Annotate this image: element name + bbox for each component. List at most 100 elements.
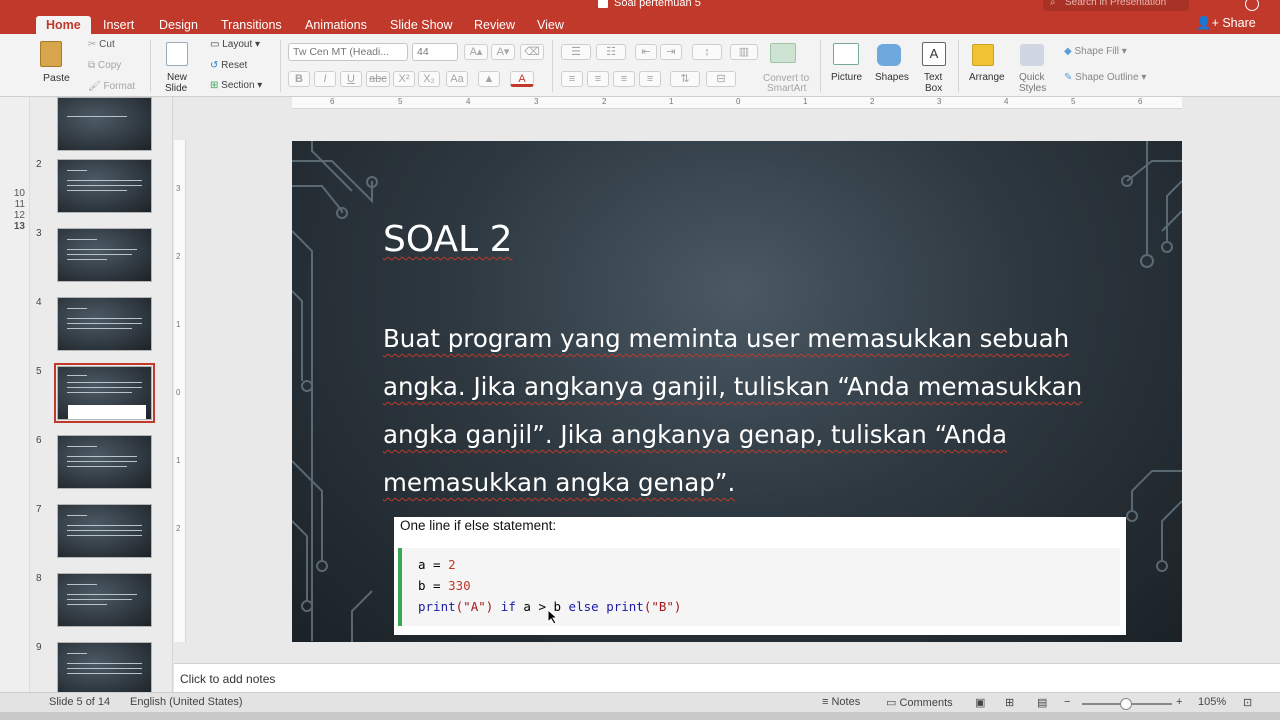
language-indicator[interactable]: English (United States) xyxy=(130,696,243,708)
columns-icon[interactable]: ▥ xyxy=(730,44,758,60)
picture-icon[interactable] xyxy=(833,43,859,65)
slide-thumbnail[interactable] xyxy=(57,504,152,558)
tab-design[interactable]: Design xyxy=(149,16,208,34)
quick-styles-label[interactable]: Quick xyxy=(1019,72,1045,83)
bold-button[interactable]: B xyxy=(288,71,310,87)
subscript-button[interactable]: X₂ xyxy=(418,71,440,87)
slide-thumbnail[interactable] xyxy=(57,642,152,692)
quick-styles-icon[interactable] xyxy=(1020,44,1044,66)
slide-thumbnail[interactable] xyxy=(57,435,152,489)
format-painter-button[interactable]: 🖌 Format xyxy=(88,81,135,92)
paste-button[interactable]: Paste xyxy=(43,72,70,84)
increase-indent-icon[interactable]: ⇥ xyxy=(660,44,682,60)
tab-home[interactable]: Home xyxy=(36,16,91,34)
justify-icon[interactable]: ≡ xyxy=(639,71,661,87)
highlight-button[interactable]: ▲ xyxy=(478,71,500,87)
code-token: print xyxy=(418,599,456,614)
horizontal-ruler[interactable]: 6 5 4 3 2 1 0 1 2 3 4 5 6 xyxy=(292,97,1182,109)
smartart-icon[interactable] xyxy=(770,43,796,63)
slide-thumbnail[interactable] xyxy=(57,97,152,151)
new-slide-label-2[interactable]: Slide xyxy=(165,83,187,94)
shrink-font-button[interactable]: A▾ xyxy=(491,44,515,60)
search-box[interactable]: ⌕ Search in Presentation xyxy=(1043,0,1189,11)
align-text-icon[interactable]: ⊟ xyxy=(706,71,736,87)
vertical-ruler[interactable]: 3 2 1 0 1 2 xyxy=(174,140,186,642)
slide-title[interactable]: SOAL 2 xyxy=(383,219,513,260)
arrange-icon[interactable] xyxy=(972,44,994,66)
picture-button[interactable]: Picture xyxy=(831,72,862,83)
strikethrough-button[interactable]: abc xyxy=(366,71,390,87)
quick-styles-label-2[interactable]: Styles xyxy=(1019,83,1046,94)
zoom-slider-thumb[interactable] xyxy=(1120,698,1132,710)
paste-icon[interactable] xyxy=(40,41,62,67)
reset-icon: ↺ xyxy=(210,60,222,71)
tab-view[interactable]: View xyxy=(527,16,574,34)
font-name-field[interactable]: Tw Cen MT (Headi... xyxy=(288,43,408,61)
code-token: else xyxy=(568,599,607,614)
normal-view-icon[interactable]: ▣ xyxy=(975,696,985,709)
tab-slide-show[interactable]: Slide Show xyxy=(380,16,463,34)
brush-icon: 🖌 xyxy=(88,81,104,92)
code-screenshot[interactable]: One line if else statement: a = 2 b = 33… xyxy=(394,517,1126,635)
underline-button[interactable]: U xyxy=(340,71,362,87)
numbering-icon[interactable]: ☷ xyxy=(596,44,626,60)
tab-insert[interactable]: Insert xyxy=(93,16,144,34)
shape-outline-button[interactable]: ✎ Shape Outline ▾ xyxy=(1064,72,1146,83)
slide-sorter-icon[interactable]: ⊞ xyxy=(1005,696,1014,709)
slide-body-text[interactable]: Buat program yang meminta user memasukka… xyxy=(383,315,1113,507)
notes-toggle[interactable]: ≡ Notes xyxy=(822,696,860,708)
reading-view-icon[interactable]: ▤ xyxy=(1037,696,1047,709)
zoom-in-icon[interactable]: + xyxy=(1176,696,1182,708)
decrease-indent-icon[interactable]: ⇤ xyxy=(635,44,657,60)
slide-canvas[interactable]: SOAL 2 Buat program yang meminta user me… xyxy=(292,141,1182,642)
notes-label: Notes xyxy=(831,696,861,708)
copy-button[interactable]: ⧉ Copy xyxy=(88,60,121,71)
slide-thumbnail[interactable] xyxy=(57,228,152,282)
clear-format-button[interactable]: ⌫ xyxy=(520,44,544,60)
cut-button[interactable]: ✂ Cut xyxy=(88,39,115,50)
share-button[interactable]: 👤+ Share xyxy=(1196,16,1256,31)
arrange-button[interactable]: Arrange xyxy=(969,72,1005,83)
ruler-mark: 2 xyxy=(176,252,181,261)
line-spacing-icon[interactable]: ↕ xyxy=(692,44,722,60)
textbox-label[interactable]: Text xyxy=(924,72,942,83)
superscript-button[interactable]: X² xyxy=(393,71,415,87)
notes-pane[interactable]: Click to add notes xyxy=(174,663,1280,692)
textbox-label-2[interactable]: Box xyxy=(925,83,942,94)
align-center-icon[interactable]: ≡ xyxy=(587,71,609,87)
slide-thumbnail-selected[interactable] xyxy=(54,363,155,423)
align-left-icon[interactable]: ≡ xyxy=(561,71,583,87)
shapes-icon[interactable] xyxy=(877,44,901,66)
convert-smartart-label-2[interactable]: SmartArt xyxy=(767,83,806,94)
font-color-button[interactable]: A xyxy=(510,71,534,87)
layout-button[interactable]: ▭ Layout ▾ xyxy=(210,39,260,50)
slide-thumbnail[interactable] xyxy=(57,159,152,213)
tab-review[interactable]: Review xyxy=(464,16,525,34)
change-case-button[interactable]: Aa xyxy=(446,71,468,87)
slide-thumbnail[interactable] xyxy=(57,297,152,351)
italic-button[interactable]: I xyxy=(314,71,336,87)
slide-thumbnail[interactable] xyxy=(57,573,152,627)
new-slide-label[interactable]: New xyxy=(167,72,187,83)
ruler-mark: 3 xyxy=(176,184,181,193)
section-button[interactable]: ⊞ Section ▾ xyxy=(210,80,262,91)
fit-slide-icon[interactable]: ⊡ xyxy=(1243,696,1252,709)
shapes-button[interactable]: Shapes xyxy=(875,72,909,83)
zoom-out-icon[interactable]: − xyxy=(1064,696,1070,708)
grow-font-button[interactable]: A▴ xyxy=(464,44,488,60)
zoom-level[interactable]: 105% xyxy=(1198,696,1226,708)
account-icon[interactable] xyxy=(1245,0,1259,11)
bullets-icon[interactable]: ☰ xyxy=(561,44,591,60)
zoom-slider[interactable] xyxy=(1082,698,1172,710)
new-slide-icon[interactable] xyxy=(166,42,188,66)
text-direction-icon[interactable]: ⇅ xyxy=(670,71,700,87)
textbox-icon[interactable]: A xyxy=(922,42,946,66)
shape-fill-button[interactable]: ◆ Shape Fill ▾ xyxy=(1064,46,1127,57)
tab-transitions[interactable]: Transitions xyxy=(211,16,292,34)
font-size-field[interactable]: 44 xyxy=(412,43,458,61)
tab-animations[interactable]: Animations xyxy=(295,16,377,34)
reset-button[interactable]: ↺ Reset xyxy=(210,60,247,71)
layout-label: Layout xyxy=(222,39,253,50)
align-right-icon[interactable]: ≡ xyxy=(613,71,635,87)
comments-toggle[interactable]: ▭ Comments xyxy=(886,696,953,709)
